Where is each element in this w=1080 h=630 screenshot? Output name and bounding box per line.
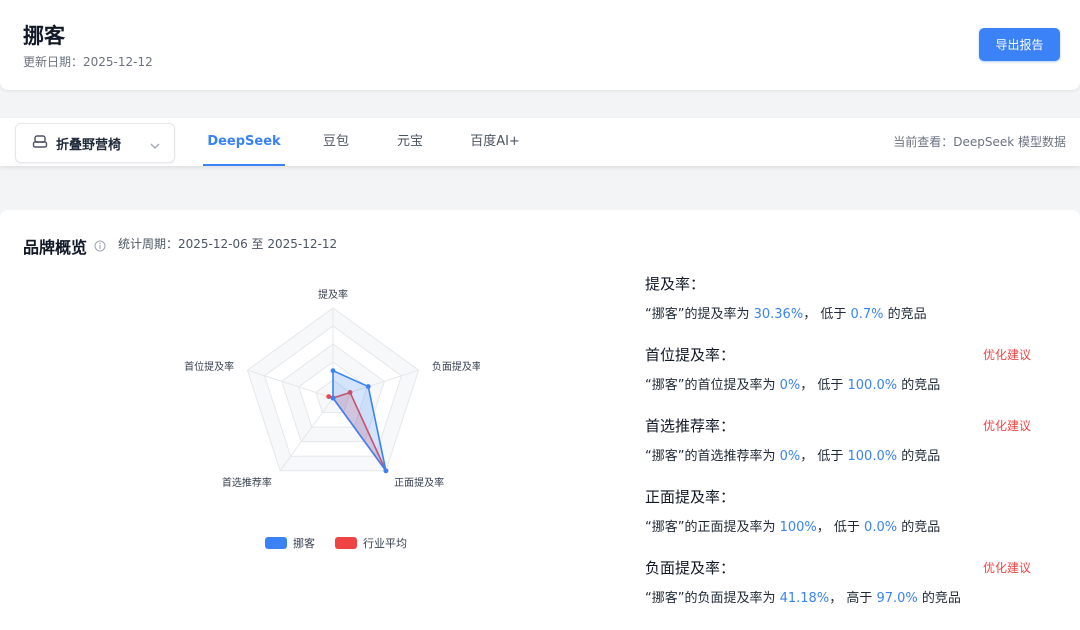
legend-swatch-brand [265,537,287,549]
brand-overview-panel: 品牌概览 统计周期：2025-12-06 至 2025-12-12 提及率负面提… [0,210,1080,630]
radar-axis-label: 正面提及率 [394,476,444,489]
info-icon[interactable] [94,237,106,256]
metric-positive-mention-rate: 正面提及率： “挪客”的正面提及率为 100%， 低于 0.0% 的竞品 [645,486,1040,535]
metric-suffix: 的竞品 [897,449,941,464]
metric-compare: ， 高于 [829,591,877,606]
metric-title: 首选推荐率： [645,417,736,435]
export-report-button[interactable]: 导出报告 [979,28,1060,61]
radar-point [330,368,336,374]
product-select[interactable]: 折叠野营椅 [15,123,175,163]
metric-rank: 100.0% [847,449,898,464]
metric-mention-rate: 提及率： “挪客”的提及率为 30.36%， 低于 0.7% 的竞品 [645,273,1040,322]
legend-label-industry: 行业平均 [363,537,407,550]
product-select-label: 折叠野营椅 [56,137,122,153]
radar-axis-label: 首位提及率 [184,360,234,373]
metric-desc: “挪客”的正面提及率为 100%， 低于 0.0% 的竞品 [645,516,1040,535]
metric-value: 41.18% [779,591,830,606]
radar-point [326,394,332,400]
tab-doubao[interactable]: 豆包 [316,118,356,166]
metric-title: 正面提及率： [645,488,736,506]
metric-rank: 0.0% [864,520,898,535]
radar-point [365,384,371,389]
current-model-text: 当前查看：DeepSeek 模型数据 [893,135,1066,149]
section-title: 品牌概览 [23,238,88,257]
tab-deepseek[interactable]: DeepSeek [203,118,285,166]
tab-baidu-ai[interactable]: 百度AI+ [465,118,525,166]
tab-yuanbao[interactable]: 元宝 [390,118,430,166]
radar-axis-label: 负面提及率 [432,360,480,373]
metric-rank: 100.0% [847,378,898,393]
metric-title: 首位提及率： [645,346,736,364]
metric-first-recommend-rate: 首选推荐率： 优化建议 “挪客”的首选推荐率为 0%， 低于 100.0% 的竞… [645,415,1040,464]
metric-desc: “挪客”的提及率为 30.36%， 低于 0.7% 的竞品 [645,303,1040,322]
metric-rank: 97.0% [876,591,918,606]
optimize-suggestion-link[interactable]: 优化建议 [983,559,1031,576]
update-date: 更新日期：2025-12-12 [23,55,153,69]
metric-compare: ， 低于 [800,449,848,464]
metric-suffix: 的竞品 [897,378,941,393]
optimize-suggestion-link[interactable]: 优化建议 [983,417,1031,434]
metric-compare: ， 低于 [800,378,848,393]
metric-prefix: “挪客”的首选推荐率为 [645,449,780,464]
metric-desc: “挪客”的首选推荐率为 0%， 低于 100.0% 的竞品 [645,445,1040,464]
metric-value: 100% [779,520,817,535]
metric-title: 提及率： [645,275,706,293]
radar-point [330,395,336,401]
brand-title: 挪客 [23,24,65,48]
metric-prefix: “挪客”的负面提及率为 [645,591,780,606]
radar-point [383,468,389,474]
metric-value: 0% [779,378,801,393]
page-header: 挪客 更新日期：2025-12-12 导出报告 [0,0,1080,90]
chevron-down-icon [150,134,160,153]
metric-value: 0% [779,449,801,464]
legend-item-brand[interactable]: 挪客 [265,535,315,551]
metric-suffix: 的竞品 [897,520,941,535]
metric-suffix: 的竞品 [917,591,961,606]
optimize-suggestion-link[interactable]: 优化建议 [983,346,1031,363]
metric-prefix: “挪客”的首位提及率为 [645,378,780,393]
legend-item-industry[interactable]: 行业平均 [335,535,407,551]
radar-axis-label: 首选推荐率 [222,476,272,489]
metric-compare: ， 低于 [816,520,865,535]
metric-prefix: “挪客”的提及率为 [645,307,754,322]
metric-prefix: “挪客”的正面提及率为 [645,520,780,535]
chart-legend: 挪客 行业平均 [265,535,419,551]
metric-first-mention-rate: 首位提及率： 优化建议 “挪客”的首位提及率为 0%， 低于 100.0% 的竞… [645,344,1040,393]
metric-desc: “挪客”的首位提及率为 0%， 低于 100.0% 的竞品 [645,374,1040,393]
metric-value: 30.36% [753,307,804,322]
model-navbar: 折叠野营椅 DeepSeek 豆包 元宝 百度AI+ 当前查看：DeepSeek… [0,118,1080,166]
legend-swatch-industry [335,537,357,549]
chair-icon [32,134,48,153]
legend-label-brand: 挪客 [293,537,315,550]
metric-negative-mention-rate: 负面提及率： 优化建议 “挪客”的负面提及率为 41.18%， 高于 97.0%… [645,557,1040,606]
radar-chart: 提及率负面提及率正面提及率 首选推荐率 首位提及率 [184,288,480,489]
metric-suffix: 的竞品 [883,307,927,322]
metric-title: 负面提及率： [645,559,736,577]
metric-rank: 0.7% [850,307,884,322]
radar-axis-label: 提及率 [318,288,348,301]
metric-desc: “挪客”的负面提及率为 41.18%， 高于 97.0% 的竞品 [645,587,1040,606]
metric-compare: ， 低于 [803,307,851,322]
stat-period: 统计周期：2025-12-06 至 2025-12-12 [118,237,338,251]
